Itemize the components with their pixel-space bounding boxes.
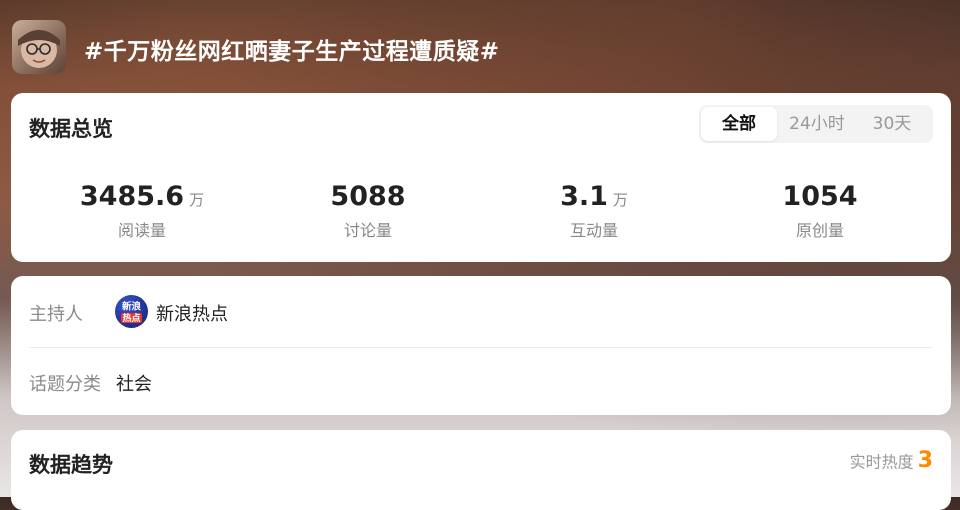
host-row: 主持人 新浪 热点 新浪热点 xyxy=(29,290,933,334)
info-card: 主持人 新浪 热点 新浪热点 话题分类 社会 xyxy=(11,276,951,415)
stat-value: 3485.6 xyxy=(79,181,185,212)
person-photo-icon xyxy=(18,30,60,68)
badge-line-1: 新浪 xyxy=(122,301,142,313)
stat-discussion-count: 5088 讨论量 xyxy=(268,181,468,241)
stat-value: 3.1 xyxy=(560,181,608,212)
category-row: 话题分类 社会 xyxy=(29,360,933,404)
tab-all[interactable]: 全部 xyxy=(701,107,777,141)
topic-avatar xyxy=(12,20,66,74)
stat-label: 阅读量 xyxy=(117,221,166,240)
stat-label: 互动量 xyxy=(569,221,618,240)
tab-24h[interactable]: 24小时 xyxy=(777,107,857,141)
stat-value: 5088 xyxy=(330,181,406,212)
topic-title: #千万粉丝网红晒妻子生产过程遭质疑# xyxy=(84,39,500,65)
tab-30d[interactable]: 30天 xyxy=(857,107,927,141)
stat-value: 1054 xyxy=(782,181,858,212)
overview-card: 数据总览 全部 24小时 30天 3485.6 万 阅读量 5088 讨论量 3.… xyxy=(11,93,951,262)
sina-hot-icon: 新浪 热点 xyxy=(121,301,142,324)
trend-title: 数据趋势 xyxy=(29,453,113,477)
overview-title: 数据总览 xyxy=(29,117,113,141)
heat-value: 3 xyxy=(917,448,933,473)
host-name-link[interactable]: 新浪热点 xyxy=(156,300,228,326)
divider xyxy=(29,347,933,348)
stat-original-count: 1054 原创量 xyxy=(720,181,920,241)
category-label: 话题分类 xyxy=(29,374,101,395)
stats-row: 3485.6 万 阅读量 5088 讨论量 3.1 万 互动量 1054 原创量 xyxy=(11,181,951,241)
stat-label: 原创量 xyxy=(795,221,844,240)
stat-read-count: 3485.6 万 阅读量 xyxy=(42,181,242,241)
host-badge-icon[interactable]: 新浪 热点 xyxy=(115,295,148,328)
stat-label: 讨论量 xyxy=(343,221,392,240)
badge-line-2: 热点 xyxy=(122,312,140,324)
time-range-tabs: 全部 24小时 30天 xyxy=(699,105,933,143)
heat-label: 实时热度 xyxy=(849,452,914,472)
realtime-heat: 实时热度 3 xyxy=(850,448,933,473)
stat-interaction-count: 3.1 万 互动量 xyxy=(494,181,694,241)
topic-header: #千万粉丝网红晒妻子生产过程遭质疑# xyxy=(0,0,960,92)
stat-unit: 万 xyxy=(189,191,205,209)
stat-unit: 万 xyxy=(612,191,628,209)
host-label: 主持人 xyxy=(29,304,83,325)
trend-card: 数据趋势 实时热度 3 xyxy=(11,430,951,510)
category-value: 社会 xyxy=(116,374,152,395)
